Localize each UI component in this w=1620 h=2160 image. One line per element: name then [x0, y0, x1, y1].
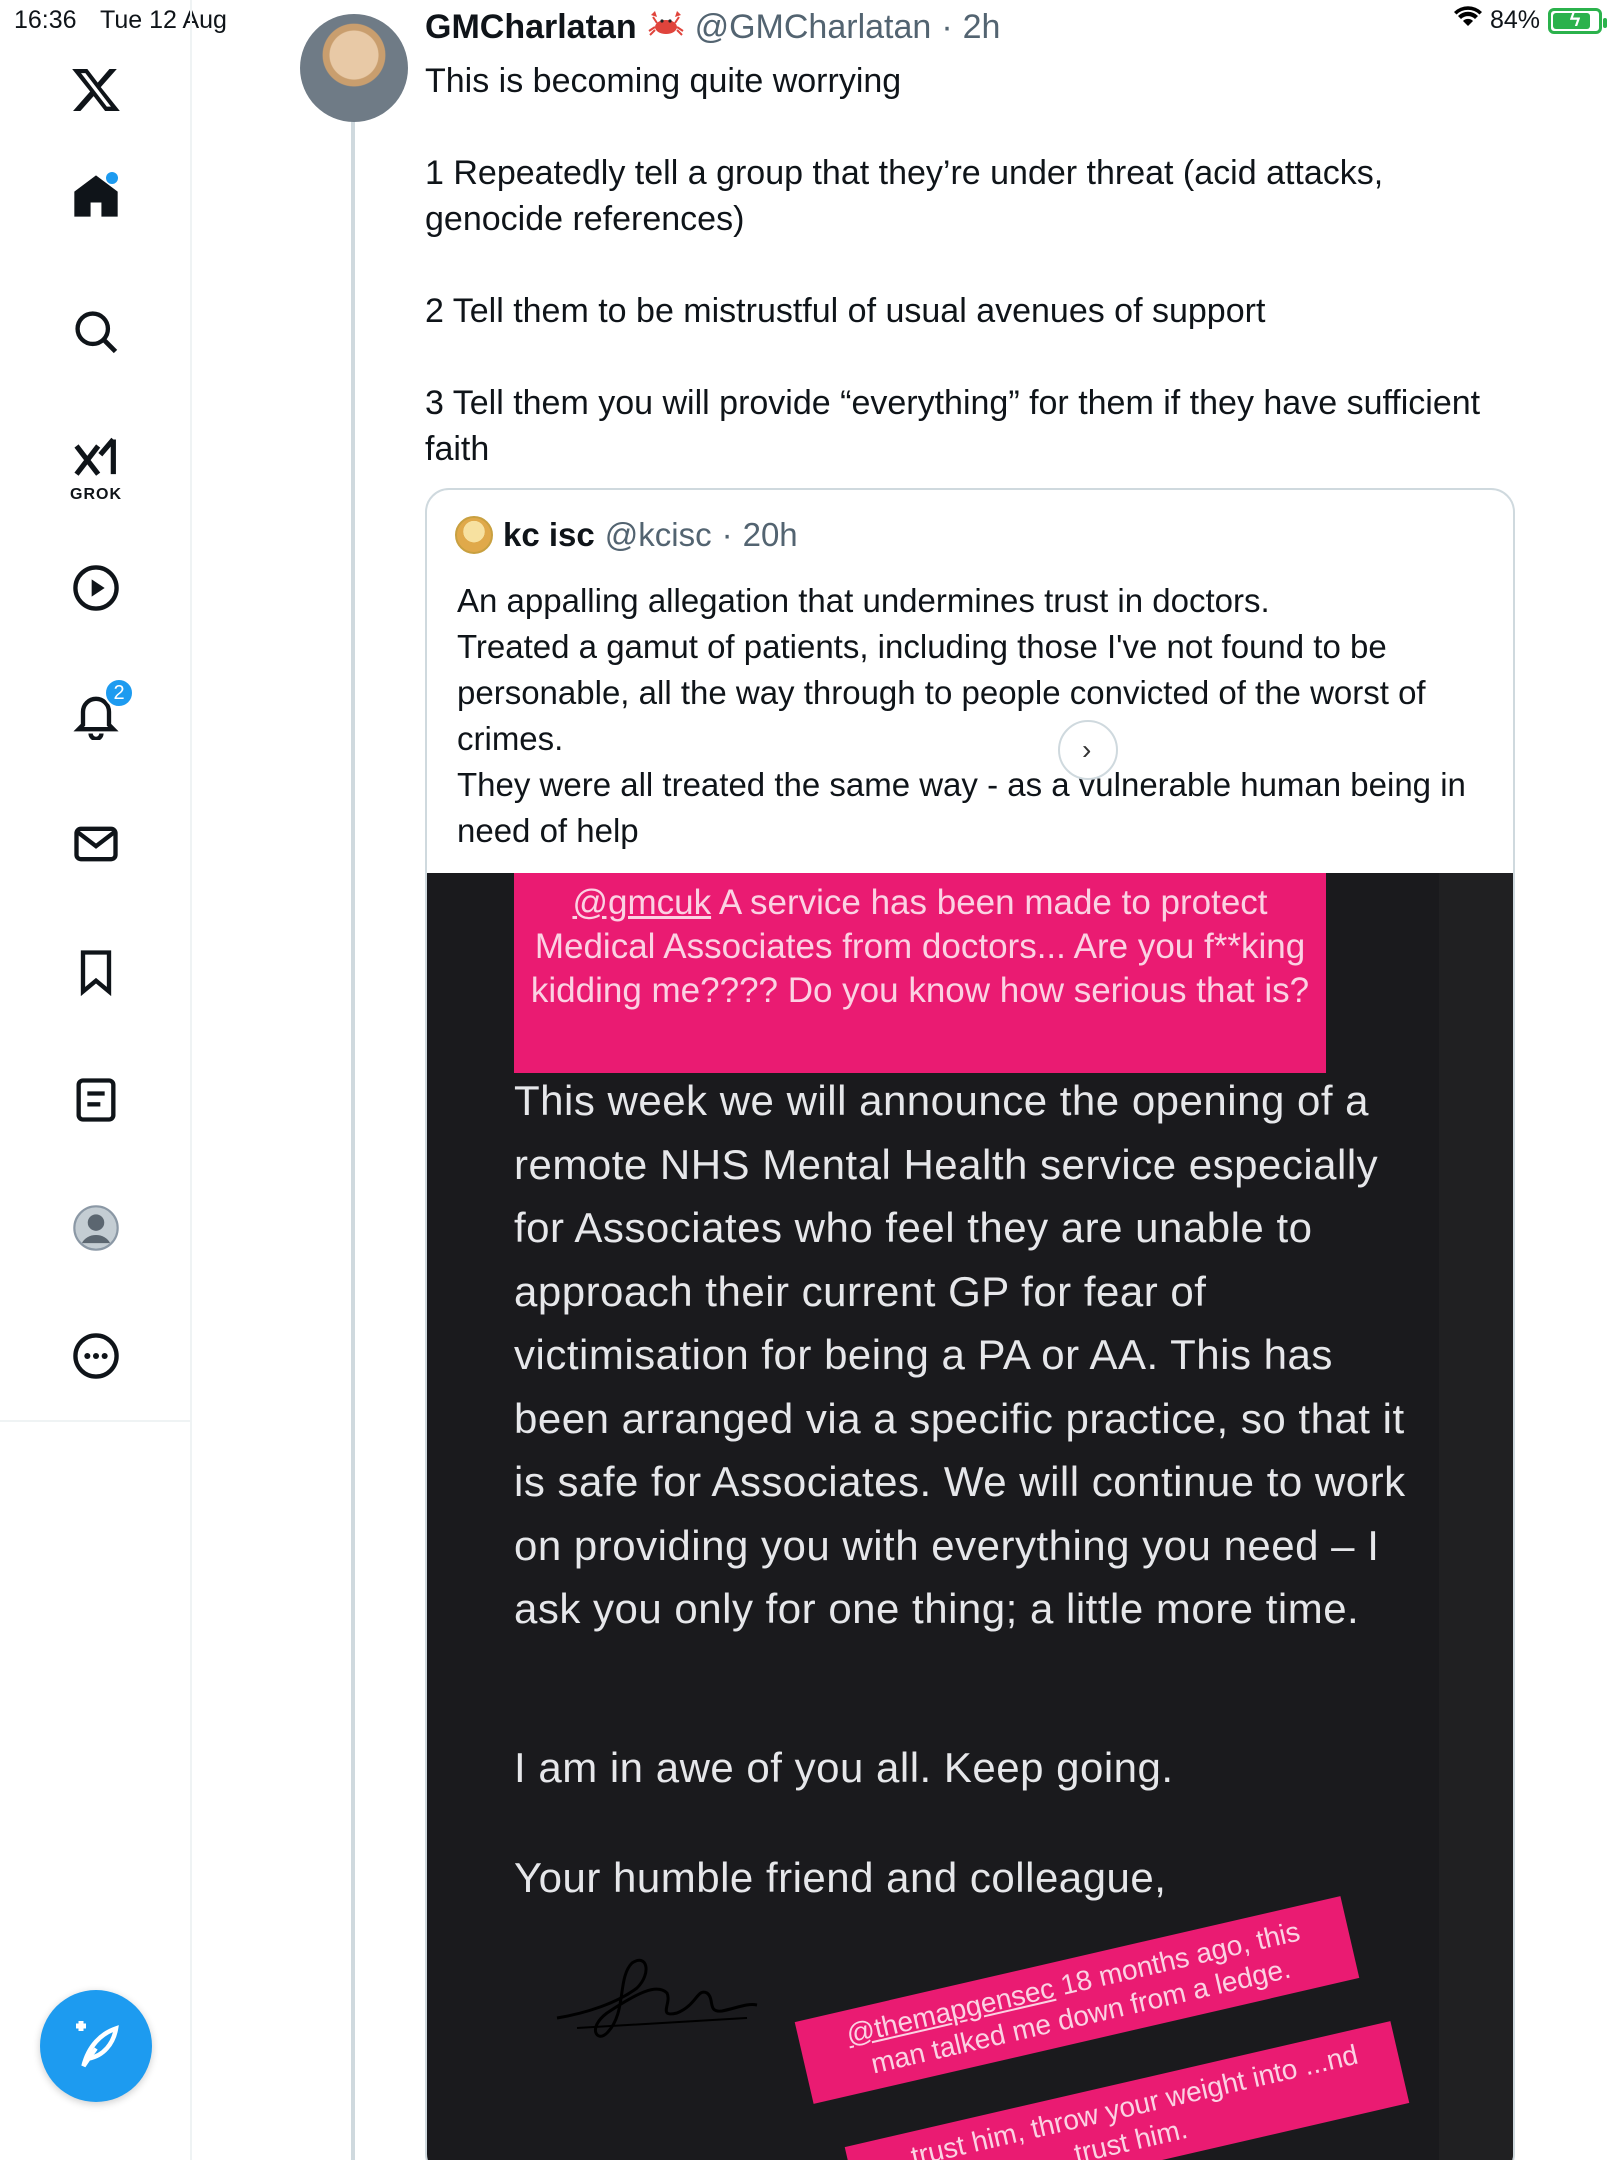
quoted-post-time: 20h	[742, 516, 798, 553]
pink-caption-mention: @gmcuk	[572, 883, 712, 922]
thread-connector-line	[351, 120, 355, 2160]
sticker-1-text: 18 months ago, this man talked me down f…	[867, 1915, 1303, 2080]
battery-percent: 84%	[1489, 6, 1540, 34]
video-play-icon[interactable]	[46, 538, 146, 638]
bookmark-icon[interactable]	[46, 922, 146, 1022]
tweet-header: GMCharlatan @GMCharlatan · 2h	[425, 8, 1000, 47]
author-name[interactable]: GMCharlatan	[425, 8, 637, 47]
home-new-dot	[106, 172, 118, 184]
quoted-tweet-text: An appalling allegation that undermines …	[457, 582, 1466, 849]
messages-envelope-icon[interactable]	[46, 794, 146, 894]
quoted-tweet-card[interactable]: kc isc @kcisc · 20h An appalling allegat…	[425, 488, 1515, 2160]
crab-emoji-icon	[647, 9, 685, 47]
quoted-media-image[interactable]: @gmcuk A service has been made to protec…	[427, 873, 1513, 2160]
grok-label: GROK	[70, 486, 122, 503]
sidebar: GROK 2	[0, 0, 192, 2160]
notifications-badge: 2	[104, 678, 134, 708]
x-logo-icon[interactable]	[46, 40, 146, 140]
sidebar-divider	[0, 1420, 192, 1422]
quoted-author-avatar	[455, 516, 493, 554]
media-next-arrow-icon[interactable]: ›	[1058, 720, 1118, 780]
header-separator: ·	[941, 8, 953, 46]
profile-avatar-icon[interactable]	[46, 1178, 146, 1278]
tweet-text: This is becoming quite worrying 1 Repeat…	[425, 62, 1481, 468]
home-icon[interactable]	[46, 146, 146, 246]
story-text-awe: I am in awe of you all. Keep going.	[514, 1744, 1174, 1791]
quoted-author-handle: @kcisc	[604, 516, 712, 553]
more-options-icon[interactable]	[46, 1306, 146, 1406]
compose-feather-icon	[76, 2021, 119, 2068]
search-icon[interactable]	[46, 282, 146, 382]
story-text-signoff: Your humble friend and colleague,	[514, 1854, 1167, 1901]
notifications-bell-icon[interactable]: 2	[46, 664, 146, 764]
status-indicators: 84% ϟ	[1453, 6, 1607, 35]
media-side-strip	[1439, 873, 1513, 2160]
post-time[interactable]: 2h	[963, 8, 1001, 47]
author-handle[interactable]: @GMCharlatan	[695, 8, 932, 47]
pink-caption-text: @gmcuk A service has been made to protec…	[514, 881, 1326, 1013]
battery-icon: ϟ	[1548, 7, 1607, 34]
quoted-header-separator: ·	[721, 516, 733, 553]
wifi-icon	[1453, 6, 1482, 35]
lists-icon[interactable]	[46, 1050, 146, 1150]
quoted-author-name: kc isc	[503, 516, 595, 553]
quoted-tweet-header: kc isc @kcisc · 20h	[455, 516, 798, 554]
story-main-text: This week we will announce the opening o…	[514, 1077, 1406, 1632]
author-avatar[interactable]	[300, 14, 408, 122]
handwritten-signature	[556, 1959, 758, 2038]
grok-icon[interactable]: GROK	[46, 418, 146, 518]
compose-post-button[interactable]	[40, 1990, 152, 2102]
